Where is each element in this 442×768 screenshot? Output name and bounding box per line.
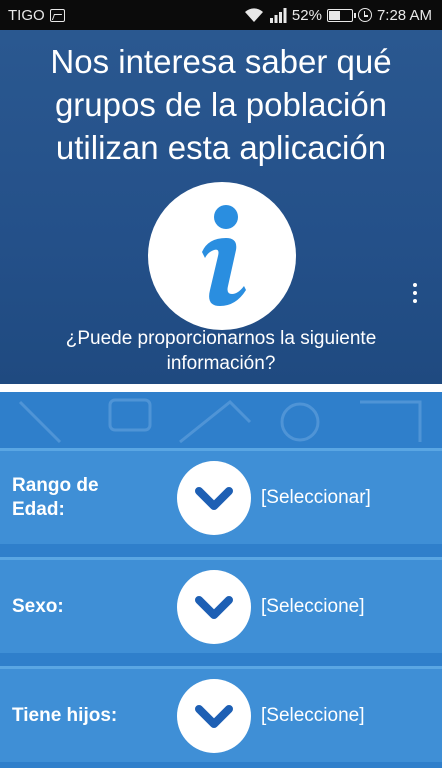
signal-icon [269, 7, 287, 23]
clock-icon [357, 8, 372, 22]
form-row-children: Tiene hijos: [Seleccione] [0, 666, 442, 762]
children-dropdown-button[interactable] [177, 678, 251, 753]
form-row-sex: Sexo: [Seleccione] [0, 557, 442, 653]
age-range-label: Rango de Edad: [12, 474, 99, 520]
children-label: Tiene hijos: [12, 704, 118, 726]
chevron-down-icon [195, 595, 233, 619]
wifi-icon [244, 8, 263, 22]
status-bar: TIGO 52% 7:28 AM [0, 0, 442, 30]
sex-dropdown-button[interactable] [177, 569, 251, 644]
form-row-age: Rango de Edad: [Seleccionar] [0, 448, 442, 544]
sex-label: Sexo: [12, 595, 64, 617]
battery-percent: 52% [291, 6, 322, 24]
children-select[interactable]: [Seleccione] [261, 705, 365, 727]
info-icon [148, 182, 296, 330]
image-icon [49, 8, 65, 22]
status-bar-right: 52% 7:28 AM [244, 7, 432, 24]
sex-select[interactable]: [Seleccione] [261, 596, 365, 618]
status-bar-left: TIGO [8, 7, 65, 24]
divider [0, 384, 442, 392]
page-title: Nos interesa saber qué grupos de la pobl… [50, 43, 392, 166]
question-text: ¿Puede proporcionarnos la siguiente info… [65, 328, 377, 374]
form-area: Rango de Edad: [Seleccionar] Sexo: [Sele… [0, 392, 442, 768]
age-range-dropdown-button[interactable] [177, 460, 251, 535]
header-panel: Nos interesa saber qué grupos de la pobl… [0, 30, 442, 384]
status-time: 7:28 AM [376, 6, 432, 24]
chevron-down-icon [195, 704, 233, 728]
background-pattern [18, 398, 422, 444]
battery-icon [326, 8, 356, 22]
chevron-down-icon [195, 486, 233, 510]
carrier-name: TIGO [8, 6, 45, 24]
age-range-select[interactable]: [Seleccionar] [261, 487, 371, 509]
overflow-menu-icon[interactable] [408, 280, 422, 306]
